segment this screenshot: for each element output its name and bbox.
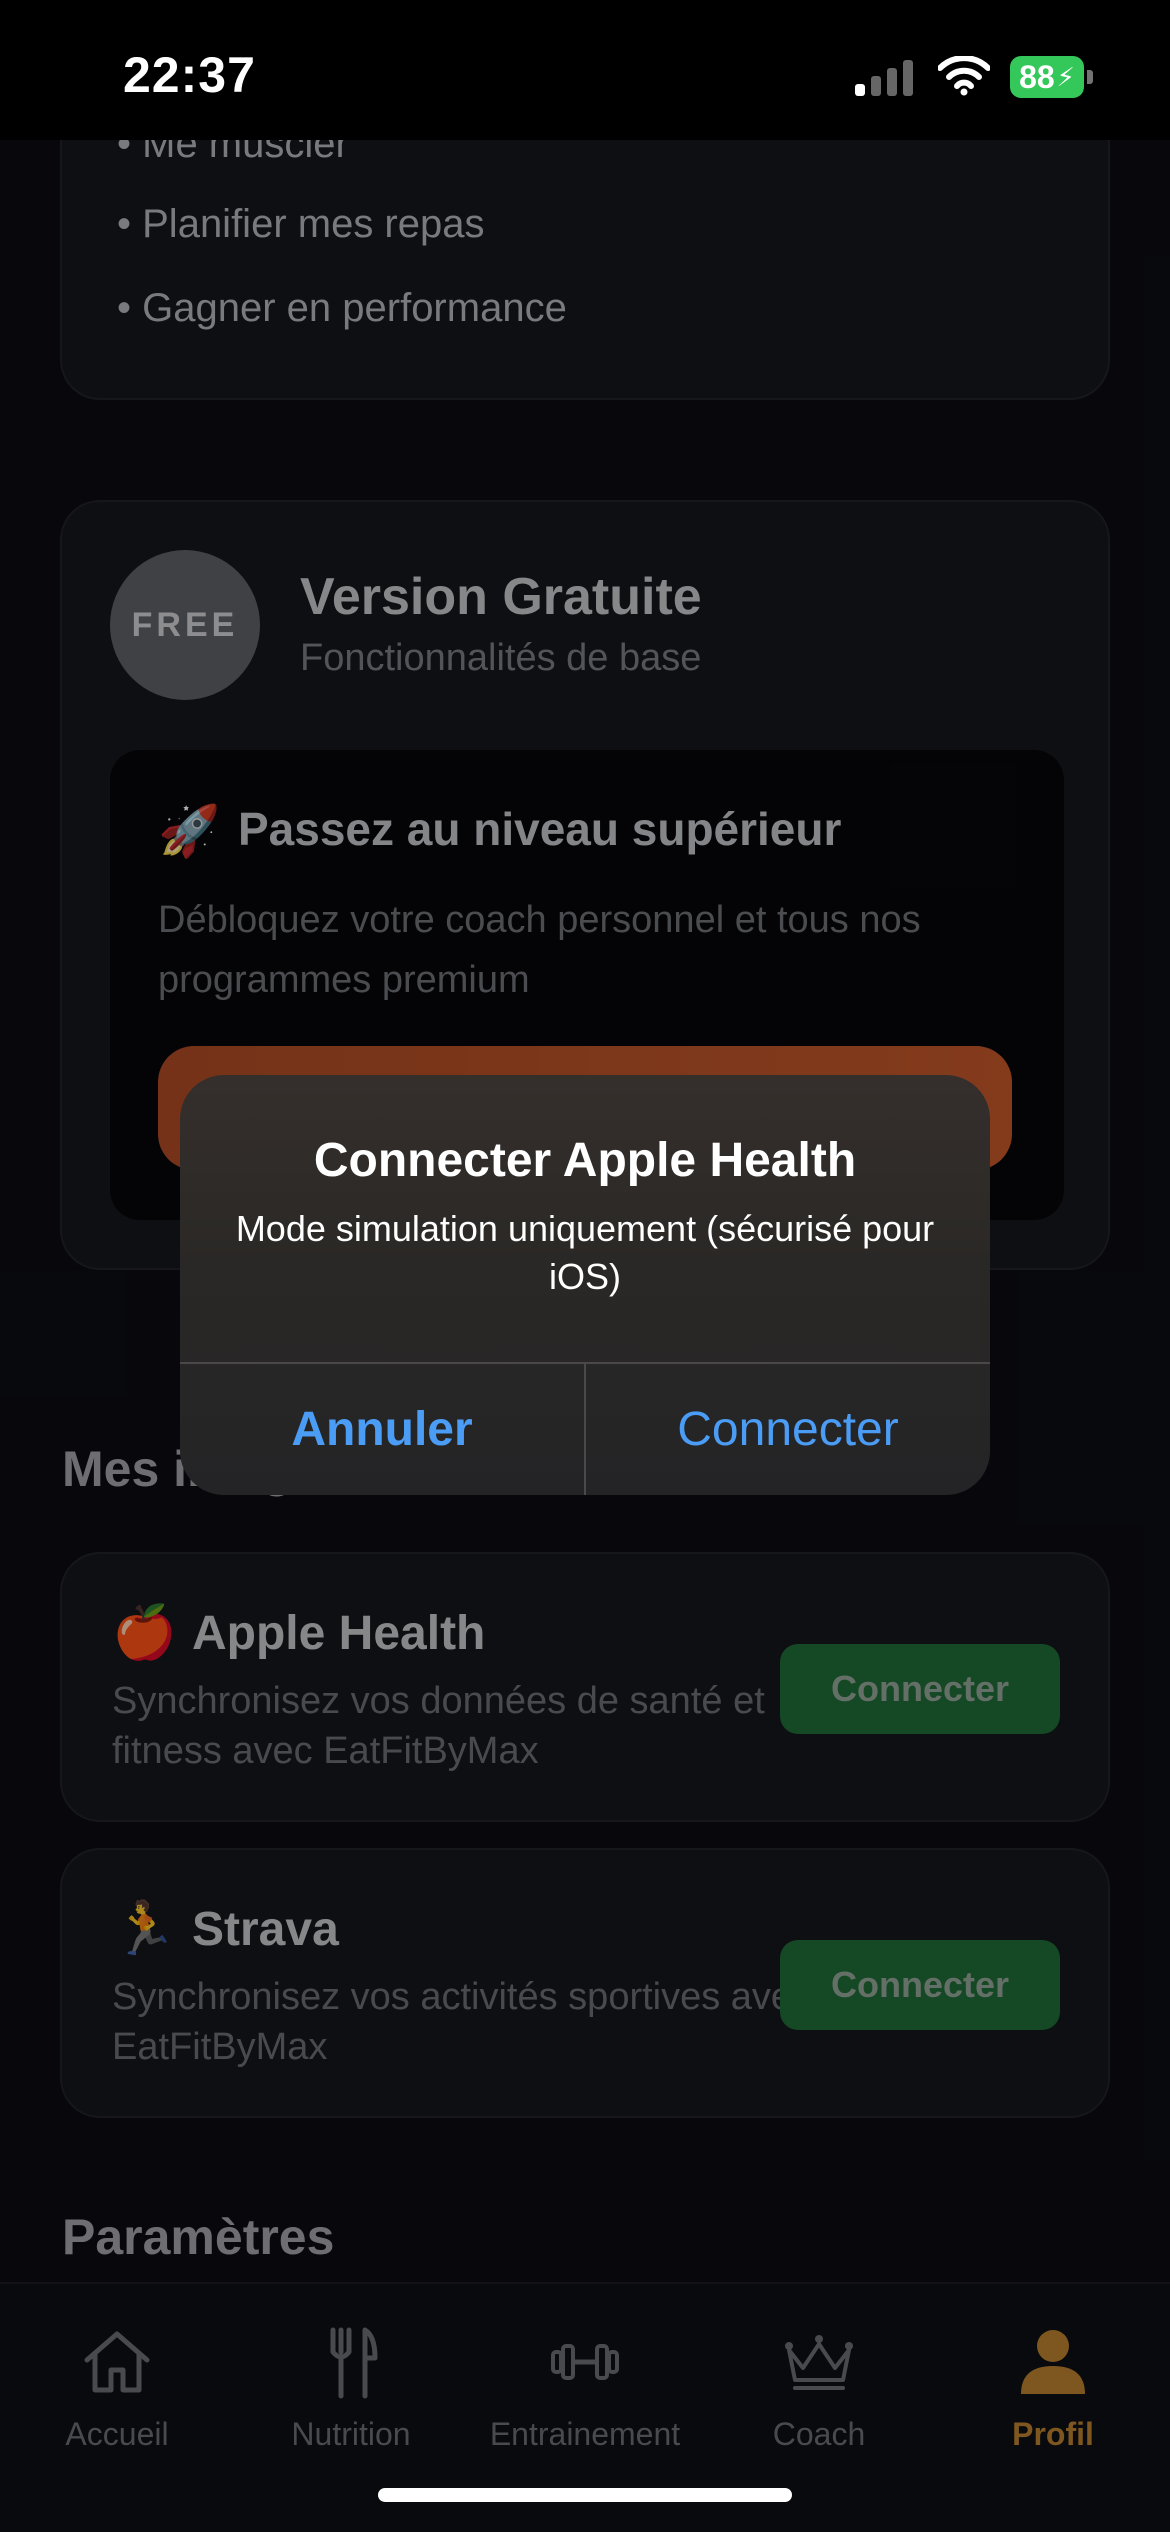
alert-cancel-button[interactable]: Annuler: [180, 1364, 584, 1495]
alert-title: Connecter Apple Health: [313, 1134, 857, 1187]
alert-connect-button[interactable]: Connecter: [586, 1364, 990, 1495]
status-bar: 22:37 88 ⚡: [0, 0, 1170, 140]
battery-cap: [1087, 70, 1093, 84]
battery-indicator: 88 ⚡: [1010, 56, 1084, 98]
cellular-signal-icon: [855, 60, 915, 96]
connect-apple-health-alert: Connecter Apple Health Mode simulation u…: [180, 1075, 990, 1495]
alert-message: Mode simulation uniquement (sécurisé pou…: [235, 1208, 935, 1297]
wifi-icon: [938, 56, 990, 96]
home-indicator: [378, 2488, 792, 2502]
charging-bolt-icon: ⚡: [1056, 61, 1075, 92]
status-time: 22:37: [123, 47, 256, 103]
